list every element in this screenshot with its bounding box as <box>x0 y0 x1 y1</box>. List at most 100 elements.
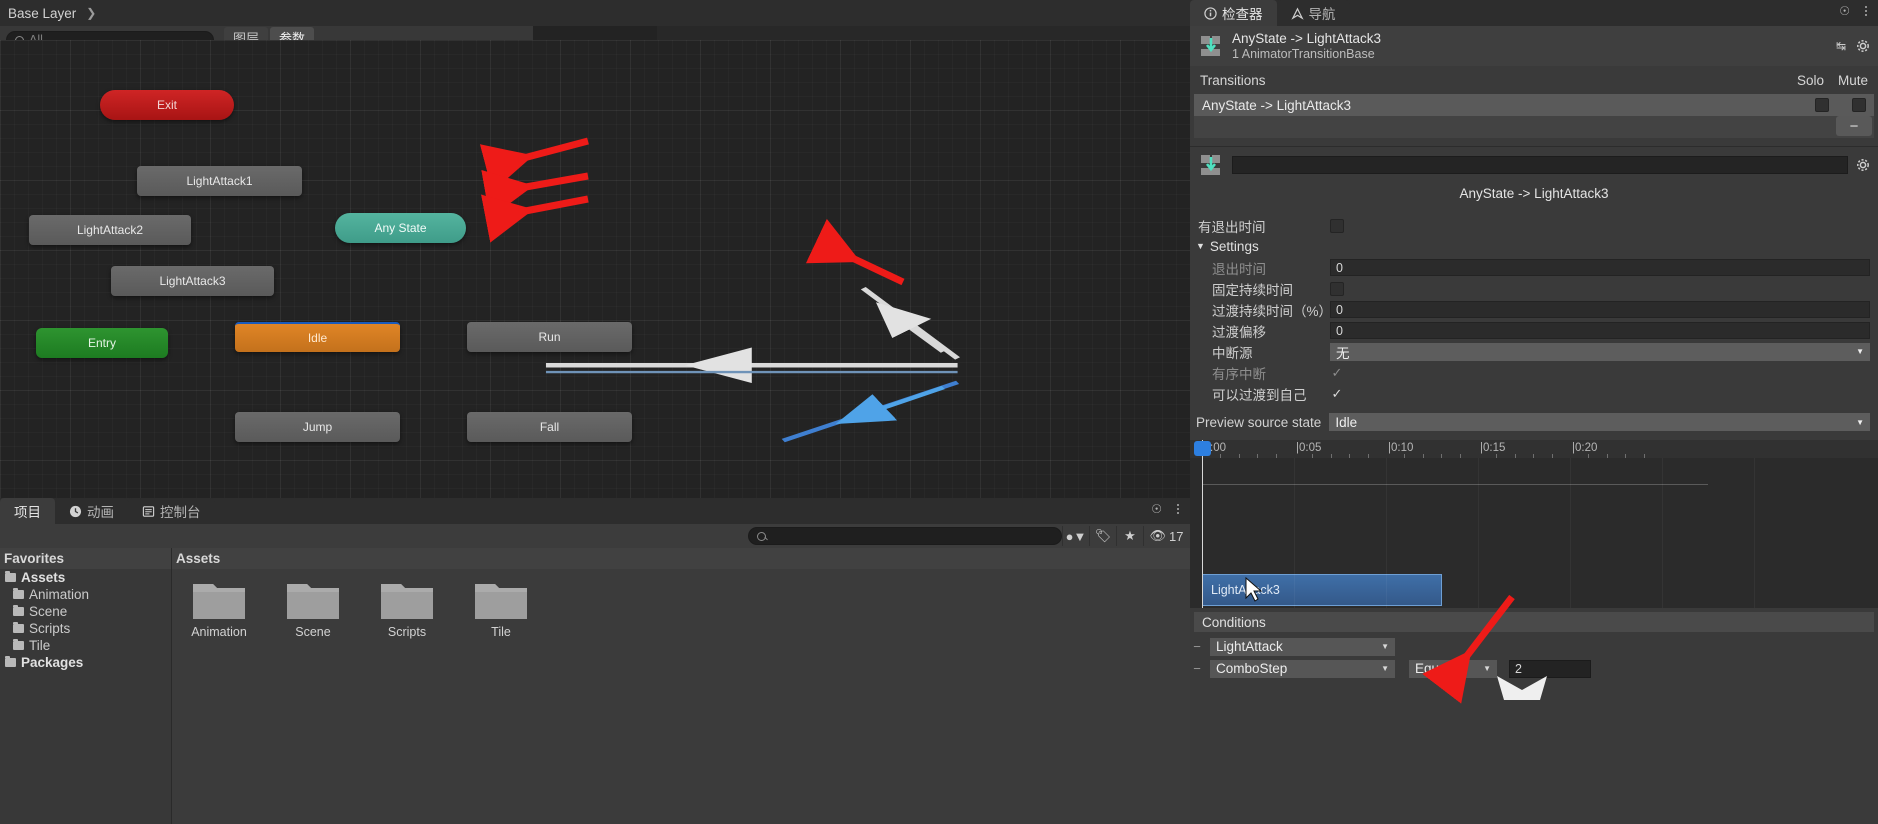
setting-label: 过渡持续时间（%） <box>1212 303 1333 319</box>
transition-list-item-label: AnyState -> LightAttack3 <box>1202 97 1351 113</box>
tab-info-icon[interactable]: 检查器 <box>1190 0 1277 26</box>
inspector-header: AnyState -> LightAttack3 1 AnimatorTrans… <box>1190 26 1878 66</box>
graph-node-exit[interactable]: Exit <box>100 90 234 120</box>
graph-toolbar: Base Layer ❯ 👁 <box>0 0 1878 26</box>
transition-list-item[interactable]: AnyState -> LightAttack3 <box>1194 94 1874 116</box>
unity-editor-window: 层级 ☉ All ▼SimpleSceneMain Camera▶Grid▶En… <box>0 0 1878 824</box>
remove-transition-button[interactable]: − <box>1836 116 1872 136</box>
project-folder-scripts[interactable]: Scripts <box>0 620 171 637</box>
timeline-gridline <box>1570 458 1571 608</box>
preview-source-state-row: Preview source state Idle ▼ <box>1190 411 1878 433</box>
preview-source-state-dropdown[interactable]: Idle ▼ <box>1329 413 1870 431</box>
setting-number-input[interactable]: 0 <box>1330 259 1870 276</box>
project-folder-assets[interactable]: Assets <box>0 569 171 586</box>
timeline-ruler[interactable]: :00 |0:05 |0:10 |0:15 |0:20 <box>1190 440 1878 458</box>
tab-label: 检查器 <box>1222 7 1263 22</box>
lock-icon[interactable]: ☉ <box>1151 502 1162 516</box>
remove-condition-icon[interactable]: − <box>1190 661 1204 676</box>
asset-item-scene[interactable]: Scene <box>280 576 346 639</box>
graph-canvas[interactable]: Exit LightAttack1 LightAttack2 Any State Lig… <box>0 40 1878 824</box>
project-menu-icon[interactable] <box>1172 504 1184 514</box>
filter-by-type-icon[interactable]: ●▼ <box>1062 526 1089 546</box>
setting-checkbox[interactable] <box>1330 281 1344 296</box>
timeline-tick-label: :00 <box>1210 442 1226 454</box>
project-folder-label: Animation <box>29 587 90 602</box>
folder-icon <box>5 656 16 667</box>
graph-node-anystate[interactable]: Any State <box>335 213 466 243</box>
folder-icon <box>13 639 24 650</box>
timeline-clip-bar[interactable]: LightAttack3 <box>1202 574 1442 606</box>
setting-checkbox-checked[interactable]: ✓ <box>1330 386 1344 402</box>
chevron-down-icon: ▼ <box>1381 642 1389 651</box>
gear-icon[interactable] <box>1856 158 1870 172</box>
hidden-count-indicator[interactable]: 👁 17 <box>1143 526 1189 546</box>
timeline-gridline <box>1386 458 1387 608</box>
folder-icon <box>285 576 341 621</box>
graph-node-fall[interactable]: Fall <box>467 412 632 442</box>
graph-node-la2[interactable]: LightAttack2 <box>29 215 191 245</box>
condition-mode-dropdown[interactable]: Equals ▼ <box>1409 659 1497 678</box>
project-folder-tile[interactable]: Tile <box>0 637 171 654</box>
has-exit-time-checkbox[interactable] <box>1330 218 1344 233</box>
playhead-handle[interactable] <box>1194 441 1211 456</box>
condition-parameter-value: LightAttack <box>1216 639 1283 654</box>
setting-label: 有序中断 <box>1212 366 1266 382</box>
setting-number-input[interactable]: 0 <box>1330 301 1870 318</box>
setting-dropdown[interactable]: 无 ▼ <box>1330 342 1870 361</box>
info-icon <box>1204 6 1217 20</box>
chevron-down-icon: ▼ <box>1196 241 1205 251</box>
timeline-body[interactable]: LightAttack3 <box>1190 458 1878 608</box>
graph-node-label: LightAttack3 <box>159 274 226 288</box>
asset-item-label: Tile <box>491 625 511 639</box>
project-tabbar: 项目 动画 控制台 <box>0 498 1190 524</box>
tab-nav-icon[interactable]: 导航 <box>1276 0 1350 26</box>
preset-icon[interactable]: ↹ <box>1836 39 1846 53</box>
asset-item-animation[interactable]: Animation <box>186 576 252 639</box>
tab-clock-icon[interactable]: 动画 <box>55 498 128 524</box>
transition-name-input[interactable] <box>1232 156 1848 174</box>
gear-icon[interactable] <box>1856 39 1870 53</box>
tab-console-icon[interactable]: 控制台 <box>128 498 215 524</box>
asset-item-label: Animation <box>191 625 247 639</box>
project-folder-packages[interactable]: Packages <box>0 654 171 671</box>
folder-icon <box>473 576 529 621</box>
graph-node-label: Jump <box>302 420 333 434</box>
filter-by-label-icon[interactable]: 🏷 <box>1089 526 1116 546</box>
settings-section-header[interactable]: ▼ Settings <box>1196 236 1259 256</box>
asset-item-scripts[interactable]: Scripts <box>374 576 440 639</box>
project-folder-animation[interactable]: Animation <box>0 586 171 603</box>
setting-row-0: 退出时间 0 <box>1190 257 1878 278</box>
condition-parameter-dropdown[interactable]: ComboStep ▼ <box>1210 659 1395 678</box>
timeline-playhead[interactable] <box>1194 440 1211 608</box>
transition-timeline[interactable]: :00 |0:05 |0:10 |0:15 |0:20 LightAttack3 <box>1190 440 1878 608</box>
condition-parameter-dropdown[interactable]: LightAttack ▼ <box>1210 637 1395 656</box>
graph-node-entry[interactable]: Entry <box>36 328 168 358</box>
breadcrumb-base-layer[interactable]: Base Layer <box>8 6 76 21</box>
project-search-input[interactable] <box>748 527 1062 545</box>
tab-项目[interactable]: 项目 <box>0 498 55 524</box>
condition-value-input[interactable]: 2 <box>1509 659 1591 678</box>
graph-node-run[interactable]: Run <box>467 322 632 352</box>
asset-item-tile[interactable]: Tile <box>468 576 534 639</box>
inspector-menu-icon[interactable] <box>1860 6 1872 16</box>
transitions-section-header: Transitions Solo Mute <box>1190 70 1878 90</box>
setting-number-input[interactable]: 0 <box>1330 322 1870 339</box>
remove-condition-icon[interactable]: − <box>1190 639 1204 654</box>
folder-icon <box>5 571 16 582</box>
mute-checkbox[interactable] <box>1852 98 1866 112</box>
asset-item-label: Scripts <box>387 625 427 639</box>
setting-checkbox-checked[interactable]: ✓ <box>1330 365 1344 381</box>
graph-node-label: Exit <box>156 98 177 112</box>
graph-node-jump[interactable]: Jump <box>235 412 400 442</box>
timeline-tick-label: |0:10 <box>1388 442 1414 454</box>
tab-label: 项目 <box>14 505 41 520</box>
graph-node-idle[interactable]: Idle <box>235 322 400 352</box>
lock-icon[interactable]: ☉ <box>1839 4 1850 18</box>
favorite-star-icon[interactable]: ★ <box>1116 526 1143 546</box>
conditions-label: Conditions <box>1202 614 1266 630</box>
graph-node-la1[interactable]: LightAttack1 <box>137 166 302 196</box>
graph-node-la3[interactable]: LightAttack3 <box>111 266 274 296</box>
setting-dropdown-value: 无 <box>1336 345 1350 361</box>
solo-checkbox[interactable] <box>1815 98 1829 112</box>
project-folder-scene[interactable]: Scene <box>0 603 171 620</box>
